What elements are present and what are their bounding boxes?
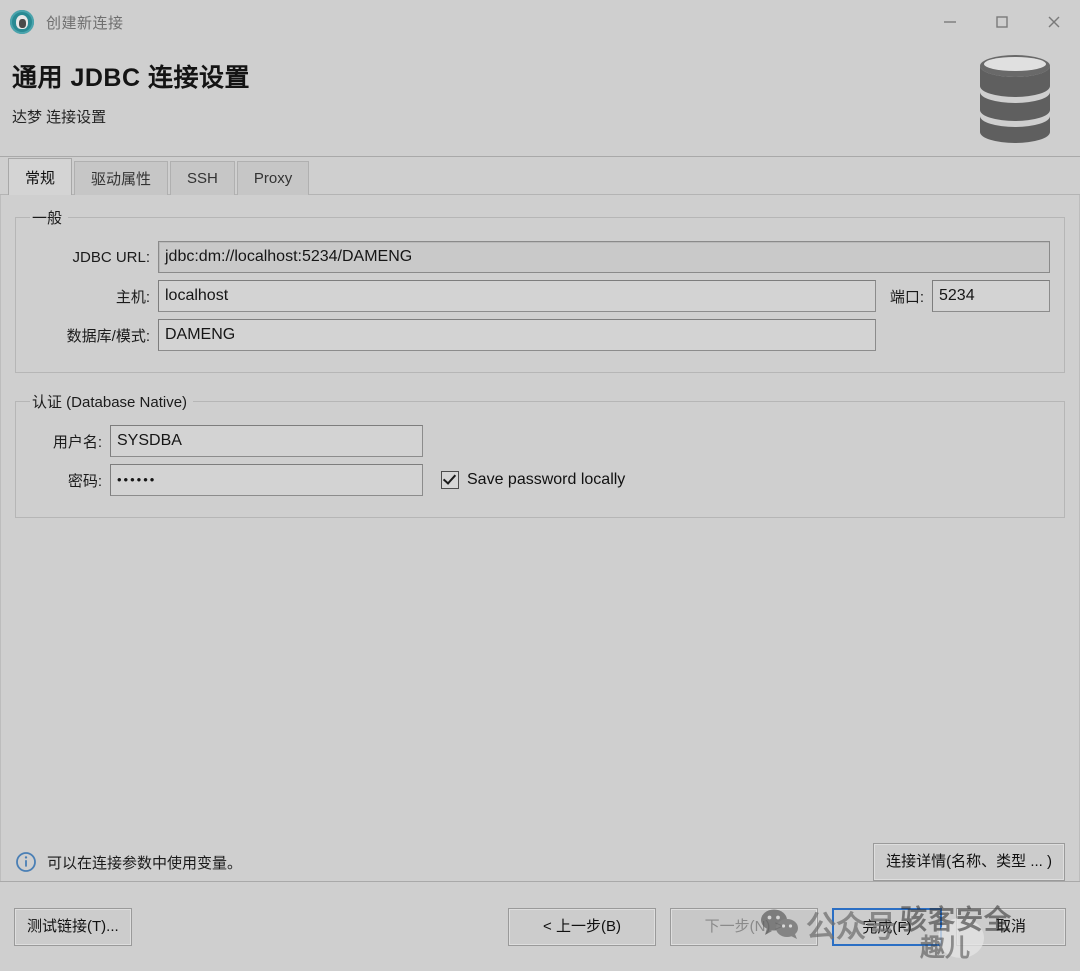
authentication-group-legend: 认证 (Database Native): [32, 394, 188, 411]
tab-driver-properties-label: 驱动属性: [91, 171, 152, 188]
tab-bar: 常规 驱动属性 SSH Proxy: [0, 157, 1080, 195]
tab-ssh-label: SSH: [187, 170, 218, 187]
window-controls: [924, 0, 1080, 44]
next-button: 下一步(N) >: [670, 907, 818, 946]
host-label: 主机:: [115, 288, 150, 306]
finish-button[interactable]: 完成(F): [832, 907, 942, 946]
tab-proxy-label: Proxy: [253, 170, 293, 187]
username-input[interactable]: SYSDBA: [110, 425, 423, 457]
maximize-icon[interactable]: [976, 0, 1028, 44]
jdbc-url-row: JDBC URL: jdbc:dm://localhost:5234/DAMEN…: [30, 241, 1050, 273]
variables-info-row: 可以在连接参数中使用变量。 连接详情(名称、类型 ... ): [15, 843, 1065, 881]
tab-general-label: 常规: [25, 169, 56, 187]
title-bar: 创建新连接: [0, 0, 1080, 44]
username-row: 用户名: SYSDBA: [30, 425, 1050, 457]
save-password-label: Save password locally: [467, 471, 626, 488]
database-label: 数据库/模式:: [66, 327, 150, 345]
password-input[interactable]: ••••••: [110, 464, 423, 496]
authentication-group: 认证 (Database Native) 用户名: SYSDBA 密码: •••…: [15, 391, 1065, 518]
dialog-footer: 测试链接(T)... < 上一步(B) 下一步(N) > 完成(F) 取消: [0, 881, 1080, 971]
port-label: 端口:: [889, 288, 924, 306]
tab-content-general: 一般 JDBC URL: jdbc:dm://localhost:5234/DA…: [0, 195, 1080, 881]
password-label: 密码:: [67, 472, 102, 490]
tab-driver-properties[interactable]: 驱动属性: [74, 161, 169, 195]
dialog-header: 通用 JDBC 连接设置 达梦 连接设置: [0, 44, 1080, 157]
window-title: 创建新连接: [46, 14, 124, 32]
back-button[interactable]: < 上一步(B): [508, 907, 656, 946]
wizard-buttons: < 上一步(B) 下一步(N) > 完成(F) 取消: [508, 907, 1066, 946]
general-group-legend: 一般: [32, 210, 63, 227]
database-row: 数据库/模式: DAMENG: [30, 319, 1050, 351]
page-subtitle: 达梦 连接设置: [12, 109, 107, 126]
cancel-button[interactable]: 取消: [956, 907, 1066, 946]
tab-proxy[interactable]: Proxy: [236, 161, 310, 195]
info-circle-icon: [15, 851, 37, 873]
port-input[interactable]: 5234: [932, 280, 1050, 312]
dbeaver-beaver-icon: [10, 10, 34, 34]
general-group: 一般 JDBC URL: jdbc:dm://localhost:5234/DA…: [15, 207, 1065, 373]
tab-general[interactable]: 常规: [8, 158, 73, 195]
host-input[interactable]: localhost: [158, 280, 876, 312]
variables-info-text: 可以在连接参数中使用变量。: [47, 854, 243, 872]
save-password-checkbox-row[interactable]: Save password locally: [441, 471, 625, 489]
test-connection-button[interactable]: 测试链接(T)...: [14, 907, 132, 946]
connection-details-button[interactable]: 连接详情(名称、类型 ... ): [873, 843, 1065, 881]
close-icon[interactable]: [1028, 0, 1080, 44]
host-port-row: 主机: localhost 端口: 5234: [30, 280, 1050, 312]
jdbc-url-input[interactable]: jdbc:dm://localhost:5234/DAMENG: [158, 241, 1050, 273]
save-password-checkbox[interactable]: [441, 471, 459, 489]
page-title: 通用 JDBC 连接设置: [12, 64, 250, 92]
username-label: 用户名:: [52, 433, 102, 451]
database-cylinder-icon: [972, 50, 1058, 146]
tab-ssh[interactable]: SSH: [170, 161, 235, 195]
database-input[interactable]: DAMENG: [158, 319, 876, 351]
jdbc-url-label: JDBC URL:: [72, 248, 150, 266]
password-row: 密码: •••••• Save password locally: [30, 464, 1050, 496]
create-connection-dialog: 创建新连接 通用 JDBC 连接设置 达梦 连接设置 常规 驱动属性 SSH P…: [0, 0, 1080, 971]
minimize-icon[interactable]: [924, 0, 976, 44]
